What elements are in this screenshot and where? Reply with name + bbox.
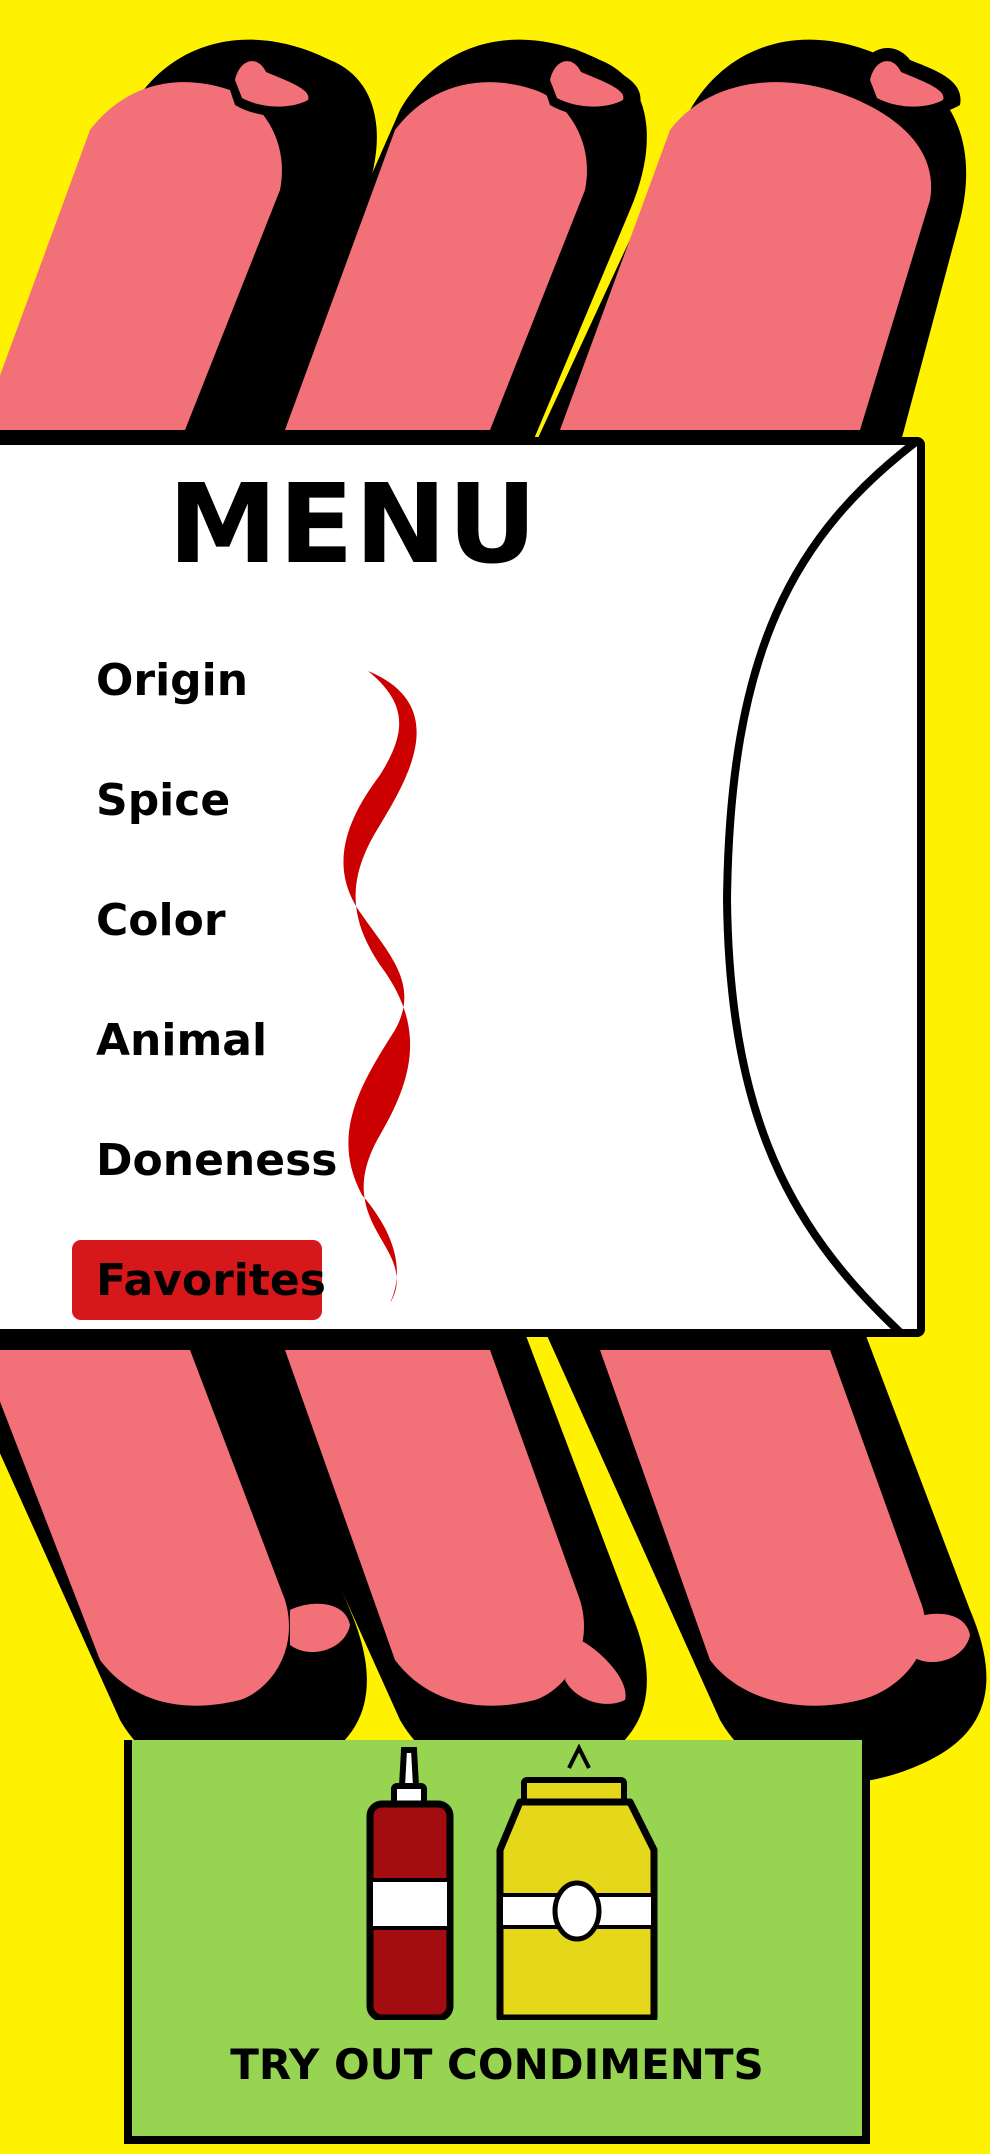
condiment-bottles xyxy=(366,1743,658,2020)
mustard-squiggle-icon xyxy=(343,671,417,1303)
menu-title: MENU xyxy=(168,460,538,588)
menu-item-doneness[interactable]: Doneness xyxy=(72,1120,361,1200)
condiments-label: TRY OUT CONDIMENTS xyxy=(230,2040,764,2089)
menu-item-origin[interactable]: Origin xyxy=(72,640,272,720)
menu-item-label: Spice xyxy=(96,774,231,826)
menu-item-label: Doneness xyxy=(96,1134,338,1186)
menu-item-animal[interactable]: Animal xyxy=(72,1000,291,1080)
menu-item-label: Favorites xyxy=(96,1254,326,1306)
mustard-bottle-icon xyxy=(496,1743,658,2020)
menu-item-color[interactable]: Color xyxy=(72,880,250,960)
menu-panel: MENU Origin Spice Color Animal Doneness … xyxy=(0,437,925,1337)
try-condiments-button[interactable]: TRY OUT CONDIMENTS xyxy=(124,1740,870,2144)
menu-item-label: Origin xyxy=(96,654,249,706)
menu-item-spice[interactable]: Spice xyxy=(72,760,254,840)
ketchup-bottle-icon xyxy=(366,1747,454,2020)
menu-item-label: Color xyxy=(96,894,226,946)
menu-item-label: Animal xyxy=(96,1014,268,1066)
menu-item-favorites[interactable]: Favorites xyxy=(72,1240,326,1320)
